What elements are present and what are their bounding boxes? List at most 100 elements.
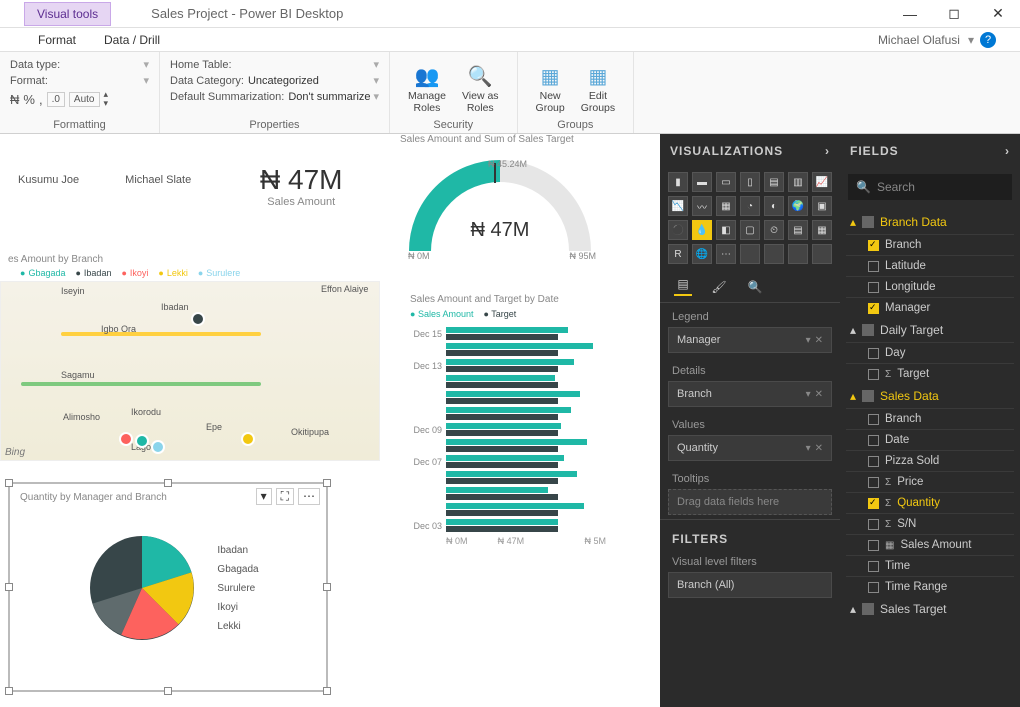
map-area[interactable]: Ibadan Igbo Ora Iseyin Sagamu Alimosho I… [0, 281, 380, 461]
format-dropdown-icon[interactable]: ▾ [143, 74, 149, 87]
collapse-icon[interactable]: ▴ [850, 323, 856, 337]
viz-type-icon[interactable]: ⏲ [764, 220, 784, 240]
filter-branch[interactable]: Branch (All) [668, 572, 832, 598]
slicer-item[interactable]: Kusumu Joe [18, 174, 79, 186]
viz-type-icon[interactable]: ▦ [716, 196, 736, 216]
well-dropdown-icon[interactable]: ▾ [806, 389, 811, 400]
viz-type-icon[interactable]: R [668, 244, 688, 264]
field-checkbox[interactable] [868, 498, 879, 509]
viz-type-icon[interactable]: ▮ [668, 172, 688, 192]
field-item[interactable]: Manager [846, 297, 1014, 318]
field-item[interactable]: ΣTarget [846, 363, 1014, 384]
map-pin[interactable] [135, 434, 149, 448]
slicer-item[interactable]: Michael Slate [125, 174, 191, 186]
close-button[interactable]: ✕ [976, 0, 1020, 28]
menu-data-drill[interactable]: Data / Drill [90, 33, 174, 47]
map-pin[interactable] [191, 312, 205, 326]
well-dropdown-icon[interactable]: ▾ [806, 335, 811, 346]
table-header[interactable]: ▴Daily Target [846, 318, 1014, 342]
field-item[interactable]: ΣS/N [846, 513, 1014, 534]
viz-type-icon[interactable] [812, 244, 832, 264]
viz-type-icon[interactable]: ▦ [812, 220, 832, 240]
collapse-icon[interactable]: ▴ [850, 389, 856, 403]
map-visual[interactable]: es Amount by Branch Gbagada Ibadan Ikoyi… [0, 254, 380, 461]
field-checkbox[interactable] [868, 369, 879, 380]
fields-tab-icon[interactable]: ▤ [674, 278, 692, 296]
summ-dropdown-icon[interactable]: ▾ [373, 90, 379, 103]
currency-icon[interactable]: ₦ [10, 92, 19, 107]
field-item[interactable]: Branch [846, 408, 1014, 429]
viz-type-icon[interactable]: ⋯ [716, 244, 736, 264]
table-header[interactable]: ▴Branch Data [846, 210, 1014, 234]
field-item[interactable]: Time [846, 555, 1014, 576]
field-item[interactable]: ΣQuantity [846, 492, 1014, 513]
field-item[interactable]: Date [846, 429, 1014, 450]
map-pin[interactable] [119, 432, 133, 446]
pie-drill-icon[interactable]: ▾ [256, 488, 272, 505]
field-checkbox[interactable] [868, 240, 879, 251]
percent-icon[interactable]: % [23, 92, 35, 107]
format-tab-icon[interactable]: 🖌 [710, 278, 728, 296]
collapse-icon[interactable]: ▴ [850, 602, 856, 616]
well-remove-icon[interactable]: ✕ [815, 335, 823, 346]
fields-collapse-icon[interactable]: › [1005, 144, 1010, 158]
viz-type-icon[interactable]: 💧 [692, 220, 712, 240]
values-well[interactable]: Quantity▾✕ [668, 435, 832, 461]
viz-type-icon[interactable]: 🌍 [788, 196, 808, 216]
viz-type-icon[interactable]: 🌐 [692, 244, 712, 264]
field-checkbox[interactable] [868, 435, 879, 446]
table-header[interactable]: ▴Sales Data [846, 384, 1014, 408]
gauge-visual[interactable]: Sales Amount and Sum of Sales Target ₦ 4… [400, 134, 620, 261]
category-dropdown-icon[interactable]: ▾ [373, 74, 379, 87]
viz-type-icon[interactable]: ▤ [788, 220, 808, 240]
report-canvas[interactable]: Kusumu Joe Michael Slate ₦ 47M Sales Amo… [0, 134, 660, 707]
decimals-box[interactable]: .0 [47, 92, 65, 107]
viz-type-icon[interactable]: ◧ [716, 220, 736, 240]
pie-visual-selected[interactable]: ▾ ⛶ ⋯ Quantity by Manager and Branch Iba… [8, 482, 328, 692]
manage-roles-button[interactable]: 👥Manage Roles [400, 58, 454, 119]
viz-type-icon[interactable]: ◐ [764, 196, 784, 216]
field-item[interactable]: ▦Sales Amount [846, 534, 1014, 555]
viz-collapse-icon[interactable]: › [825, 144, 830, 158]
maximize-button[interactable]: ◻ [932, 0, 976, 28]
field-checkbox[interactable] [868, 303, 879, 314]
viz-type-icon[interactable]: 📉 [668, 196, 688, 216]
tooltips-well[interactable]: Drag data fields here [668, 489, 832, 515]
map-pin[interactable] [241, 432, 255, 446]
map-pin[interactable] [151, 440, 165, 454]
pie-focus-icon[interactable]: ⛶ [276, 488, 294, 505]
well-remove-icon[interactable]: ✕ [815, 443, 823, 454]
user-name[interactable]: Michael Olafusi [878, 33, 968, 47]
pie-more-icon[interactable]: ⋯ [298, 488, 320, 505]
field-item[interactable]: Time Range [846, 576, 1014, 597]
field-item[interactable]: Latitude [846, 255, 1014, 276]
visual-tools-tab[interactable]: Visual tools [24, 2, 111, 26]
spinner-icon[interactable]: ▴▾ [104, 90, 109, 108]
minimize-button[interactable]: ― [888, 0, 932, 28]
help-icon[interactable]: ? [980, 32, 996, 48]
kpi-card[interactable]: ₦ 47M Sales Amount [260, 164, 342, 208]
viz-type-icon[interactable]: ▢ [740, 220, 760, 240]
viz-type-icon[interactable]: ▬ [692, 172, 712, 192]
category-value[interactable]: Uncategorized [248, 75, 319, 87]
user-chevron-icon[interactable]: ▾ [968, 33, 974, 47]
details-well[interactable]: Branch▾✕ [668, 381, 832, 407]
well-dropdown-icon[interactable]: ▾ [806, 443, 811, 454]
viz-type-icon[interactable]: ▣ [812, 196, 832, 216]
viz-type-icon[interactable] [788, 244, 808, 264]
field-checkbox[interactable] [868, 348, 879, 359]
viz-type-icon[interactable]: ⚫ [668, 220, 688, 240]
field-checkbox[interactable] [868, 456, 879, 467]
field-checkbox[interactable] [868, 414, 879, 425]
legend-well[interactable]: Manager▾✕ [668, 327, 832, 353]
field-item[interactable]: Branch [846, 234, 1014, 255]
new-group-button[interactable]: ▦New Group [528, 58, 573, 119]
viz-type-icon[interactable]: ▭ [716, 172, 736, 192]
slicer-visual[interactable]: Kusumu Joe Michael Slate [18, 174, 191, 186]
menu-format[interactable]: Format [24, 33, 90, 47]
field-checkbox[interactable] [868, 282, 879, 293]
view-as-roles-button[interactable]: 🔍View as Roles [454, 58, 507, 119]
viz-type-icon[interactable]: ▤ [764, 172, 784, 192]
field-item[interactable]: ΣPrice [846, 471, 1014, 492]
viz-type-icon[interactable] [740, 244, 760, 264]
